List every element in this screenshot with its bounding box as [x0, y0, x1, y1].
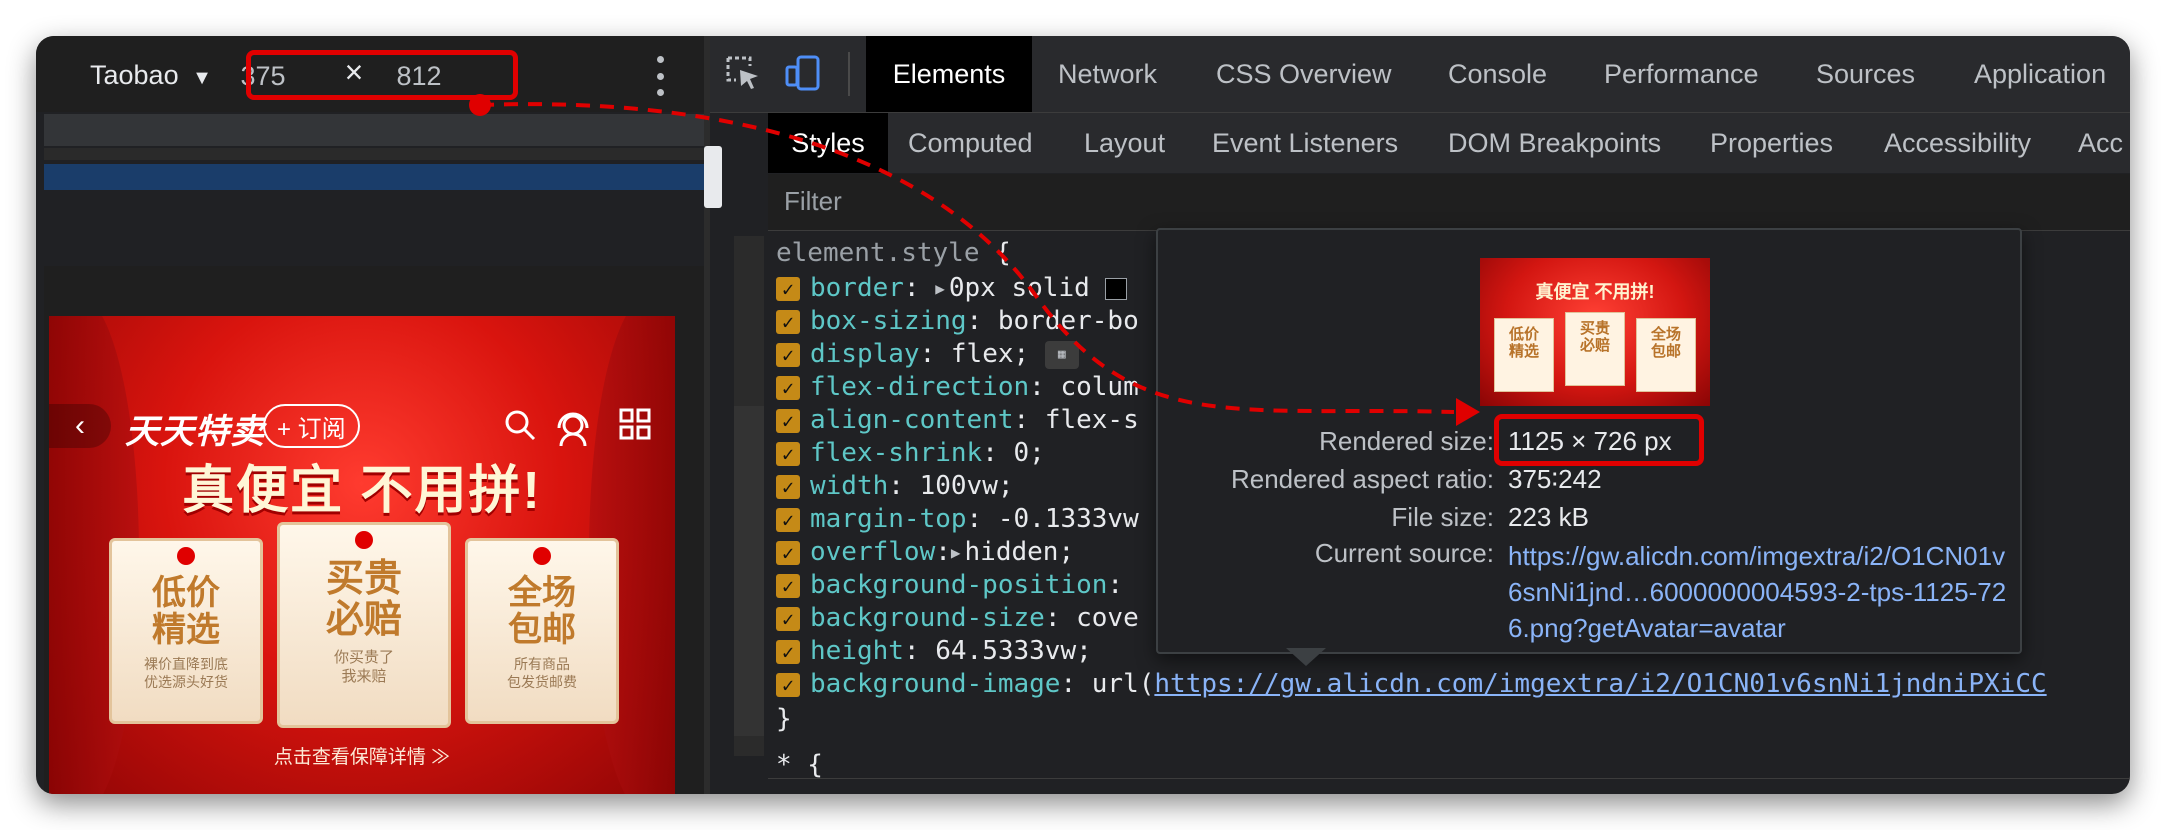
arrow-head: [1456, 398, 1480, 426]
annotation-arrow: [469, 94, 1480, 426]
browser-window: Taobao ▼ 375 × 812 ‹ 天天特卖 + 订阅 真便宜 不用拼! …: [36, 36, 2130, 794]
arrow-path: [479, 102, 1455, 414]
